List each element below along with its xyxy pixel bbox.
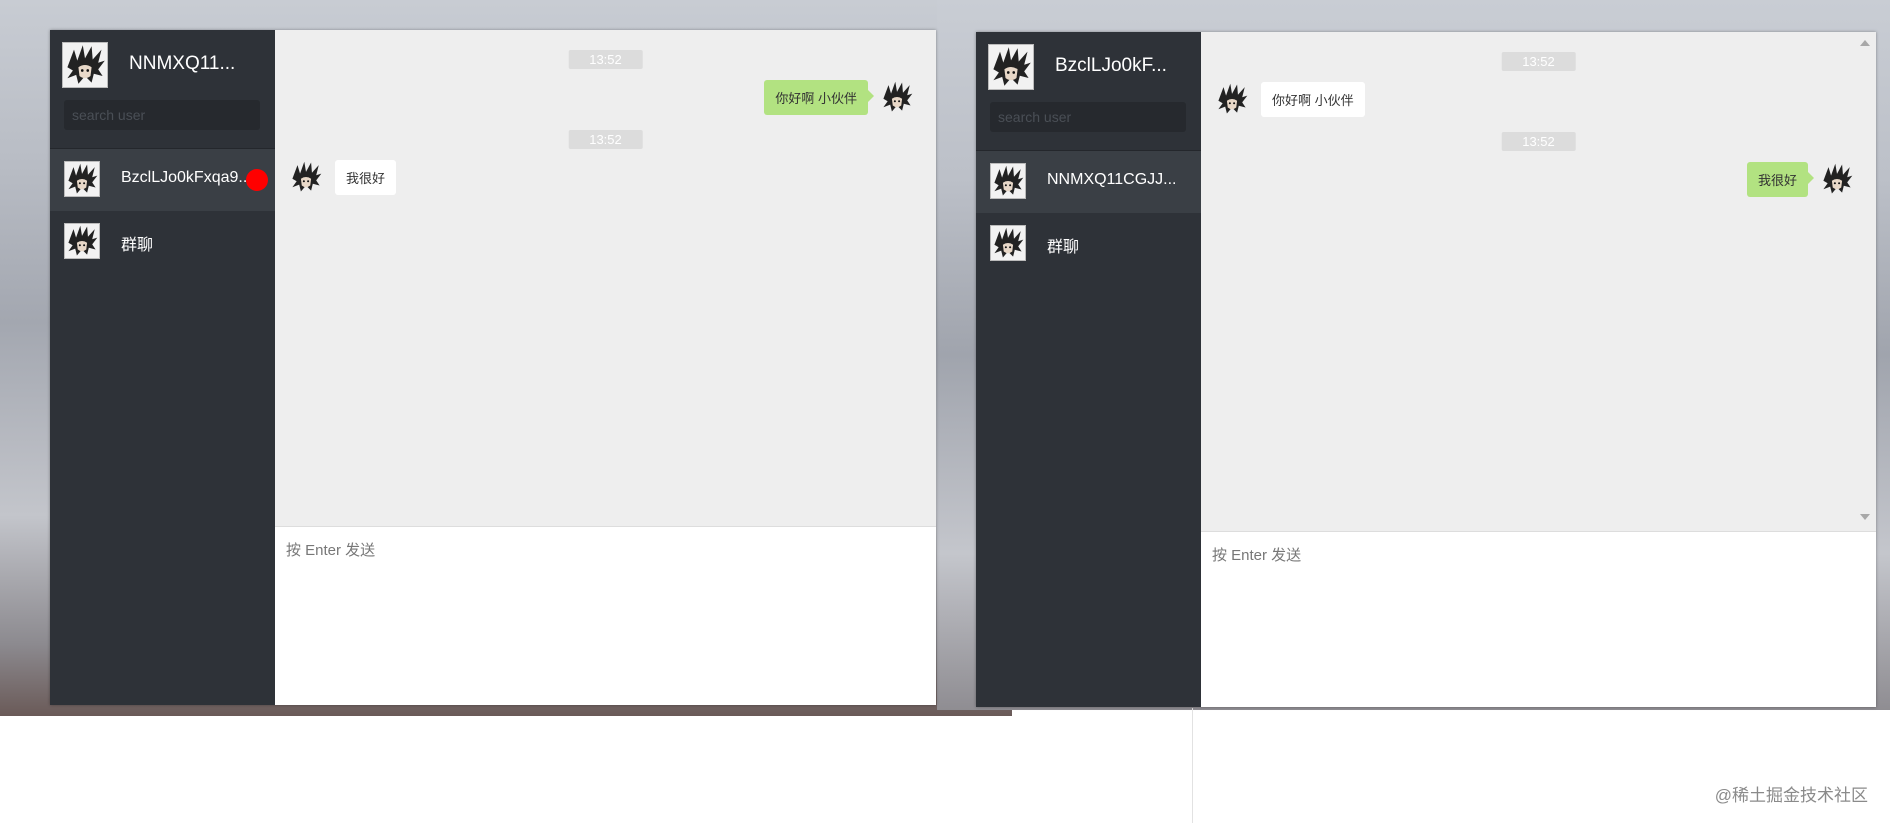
message-incoming: 你好啊 小伙伴 (1201, 78, 1876, 124)
message-outgoing: 你好啊 小伙伴 (275, 76, 936, 122)
contact-avatar (990, 163, 1026, 199)
message-composer (1201, 531, 1876, 707)
message-time: 13:52 (1501, 52, 1576, 71)
message-incoming: 我很好 (275, 156, 936, 202)
timestamp-row: 13:52 (275, 50, 936, 76)
contact-name: NNMXQ11CGJJ... (1047, 171, 1177, 188)
contact-item-group[interactable]: 群聊 (976, 213, 1201, 275)
message-bubble: 我很好 (335, 160, 397, 195)
sender-avatar (1820, 162, 1854, 196)
divider (1192, 708, 1193, 823)
contact-item-group[interactable]: 群聊 (50, 211, 275, 273)
sender-avatar (1215, 82, 1249, 116)
contact-name: 群聊 (121, 237, 154, 254)
watermark: @稀土掘金技术社区 (1714, 786, 1868, 805)
unread-badge (246, 169, 268, 191)
contact-list: NNMXQ11CGJJ... 群聊 (976, 151, 1201, 275)
message-input[interactable] (275, 527, 936, 705)
chat-window-right: BzclLJo0kF... NNMXQ11CGJJ... 群聊 13:52 你好… (976, 32, 1876, 707)
message-time: 13:52 (568, 130, 643, 149)
timestamp-row: 13:52 (1201, 52, 1876, 78)
contact-avatar (64, 161, 100, 197)
chat-window-left: NNMXQ11... BzclLJo0kFxqa9... 群聊 13:52 你好… (50, 30, 936, 705)
message-time: 13:52 (1501, 132, 1576, 151)
message-area: 13:52 你好啊 小伙伴 13:52 我很好 (275, 30, 936, 527)
profile-card: BzclLJo0kF... (976, 32, 1201, 151)
user-avatar (988, 44, 1034, 90)
message-time: 13:52 (568, 50, 643, 69)
profile-name: BzclLJo0kF... (1055, 55, 1167, 76)
sidebar: BzclLJo0kF... NNMXQ11CGJJ... 群聊 (976, 32, 1201, 707)
sender-avatar (880, 80, 914, 114)
scroll-up-arrow-icon[interactable] (1860, 40, 1870, 46)
message-input[interactable] (1201, 532, 1876, 707)
message-area: 13:52 你好啊 小伙伴 13:52 我很好 (1201, 32, 1876, 532)
message-bubble: 我很好 (1746, 162, 1815, 197)
sidebar: NNMXQ11... BzclLJo0kFxqa9... 群聊 (50, 30, 275, 705)
contact-item[interactable]: BzclLJo0kFxqa9... (50, 149, 275, 211)
scroll-down-arrow-icon[interactable] (1860, 514, 1870, 520)
search-input[interactable] (64, 100, 260, 130)
contact-list: BzclLJo0kFxqa9... 群聊 (50, 149, 275, 273)
contact-name: 群聊 (1047, 239, 1080, 256)
contact-avatar (64, 223, 100, 259)
message-composer (275, 526, 936, 705)
profile-name: NNMXQ11... (129, 53, 236, 74)
timestamp-row: 13:52 (275, 130, 936, 156)
timestamp-row: 13:52 (1201, 132, 1876, 158)
user-avatar (62, 42, 108, 88)
profile-card: NNMXQ11... (50, 30, 275, 149)
sender-avatar (289, 160, 323, 194)
contact-avatar (990, 225, 1026, 261)
message-bubble: 你好啊 小伙伴 (1261, 82, 1365, 117)
contact-item[interactable]: NNMXQ11CGJJ... (976, 151, 1201, 213)
message-outgoing: 我很好 (1201, 158, 1876, 204)
search-input[interactable] (990, 102, 1186, 132)
message-bubble: 你好啊 小伙伴 (764, 80, 874, 115)
